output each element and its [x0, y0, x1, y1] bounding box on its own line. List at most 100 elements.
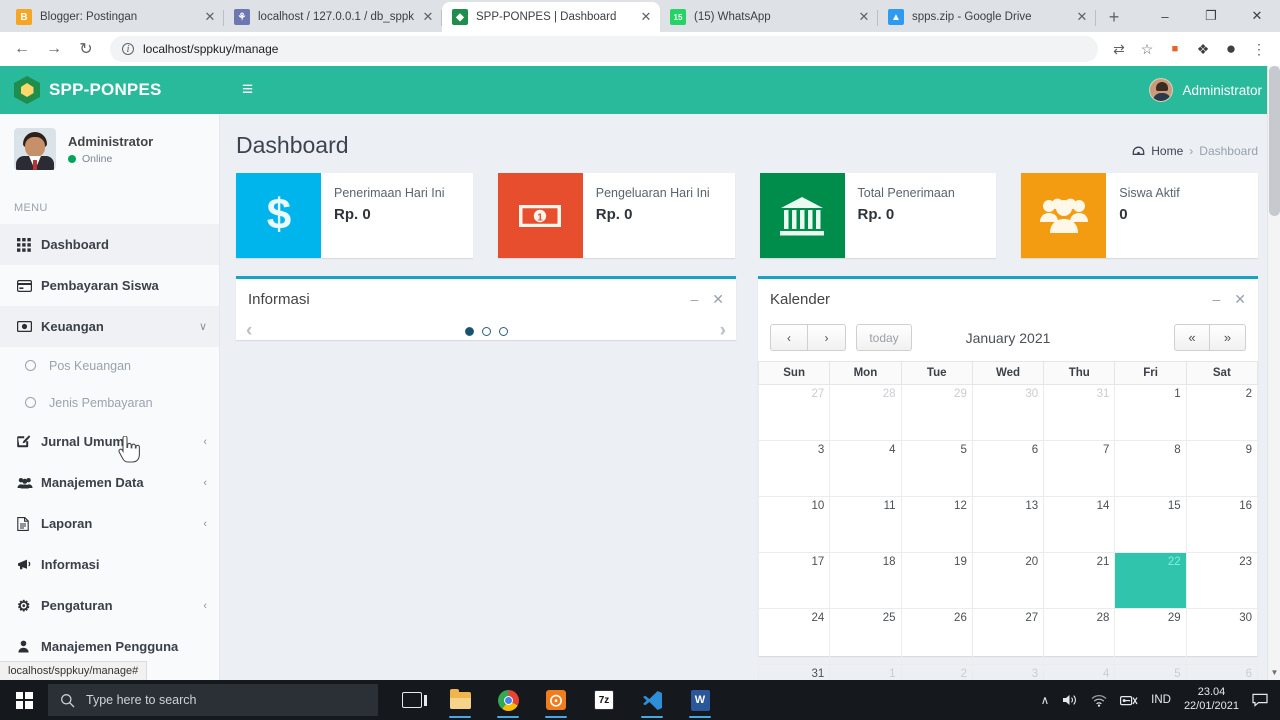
sidebar-item-pos-keuangan[interactable]: Pos Keuangan: [0, 347, 219, 384]
tab-close-button[interactable]: ✕: [420, 9, 436, 25]
tab-close-button[interactable]: ✕: [202, 9, 218, 25]
calendar-day-cell[interactable]: 4: [1043, 664, 1116, 680]
calendar-first-button[interactable]: «: [1174, 324, 1210, 351]
sidebar-item-informasi[interactable]: Informasi: [0, 544, 219, 585]
calendar-day-cell[interactable]: 11: [829, 496, 902, 553]
window-minimize-button[interactable]: –: [1142, 0, 1188, 32]
forward-icon[interactable]: →: [40, 35, 68, 63]
calendar-day-cell[interactable]: 5: [900, 440, 973, 497]
sidebar-item-manajemen-data[interactable]: Manajemen Data ‹: [0, 462, 219, 503]
carousel-dot-3[interactable]: [498, 326, 508, 336]
action-center-icon[interactable]: [1252, 693, 1268, 707]
calendar-day-cell[interactable]: 3: [971, 664, 1045, 680]
calendar-day-cell[interactable]: 28: [1043, 608, 1116, 665]
stat-card-pengeluaran-hari-ini[interactable]: 1 Pengeluaran Hari Ini Rp. 0: [497, 173, 735, 258]
calendar-day-cell[interactable]: 17: [757, 552, 831, 609]
extensions-puzzle-icon[interactable]: ❖: [1190, 36, 1216, 62]
calendar-day-cell[interactable]: 5: [1114, 664, 1187, 680]
browser-tab-5[interactable]: ▲ spps.zip - Google Drive ✕: [878, 2, 1096, 32]
sidebar-item-dashboard[interactable]: Dashboard: [0, 224, 219, 265]
translate-icon[interactable]: ⇄: [1106, 36, 1132, 62]
calendar-day-cell[interactable]: 4: [829, 440, 902, 497]
lastpass-icon[interactable]: ■: [1162, 36, 1188, 62]
sidebar-item-pembayaran-siswa[interactable]: Pembayaran Siswa: [0, 265, 219, 306]
scrollbar-thumb[interactable]: [1269, 66, 1280, 216]
volume-icon[interactable]: [1062, 693, 1078, 707]
back-icon[interactable]: ←: [8, 35, 36, 63]
calendar-day-cell[interactable]: 31: [757, 664, 831, 680]
calendar-day-cell-today[interactable]: 22: [1114, 552, 1187, 609]
stat-card-penerimaan-hari-ini[interactable]: $ Penerimaan Hari Ini Rp. 0: [236, 173, 473, 258]
calendar-day-cell[interactable]: 30: [971, 384, 1045, 441]
browser-tab-3-active[interactable]: ◆ SPP-PONPES | Dashboard ✕: [442, 2, 660, 32]
calendar-day-cell[interactable]: 8: [1114, 440, 1187, 497]
window-maximize-button[interactable]: ❐: [1188, 0, 1234, 32]
calendar-day-cell[interactable]: 28: [829, 384, 902, 441]
taskbar-search-input[interactable]: Type here to search: [48, 684, 378, 716]
calendar-day-cell[interactable]: 27: [971, 608, 1045, 665]
calendar-day-cell[interactable]: 6: [1185, 664, 1259, 680]
scroll-down-arrow-icon[interactable]: ▼: [1268, 666, 1280, 680]
calendar-day-cell[interactable]: 2: [1185, 384, 1259, 441]
sidebar-item-laporan[interactable]: Laporan ‹: [0, 503, 219, 544]
wifi-icon[interactable]: [1091, 694, 1107, 707]
google-chrome-icon[interactable]: [488, 680, 528, 720]
profile-avatar-icon[interactable]: ●: [1218, 36, 1244, 62]
word-icon[interactable]: W: [680, 680, 720, 720]
carousel-dot-2[interactable]: [481, 326, 491, 336]
calendar-day-cell[interactable]: 1: [829, 664, 902, 680]
app-logo-area[interactable]: SPP-PONPES: [0, 66, 220, 114]
calendar-day-cell[interactable]: 3: [757, 440, 831, 497]
windows-start-icon[interactable]: [0, 680, 48, 720]
calendar-day-cell[interactable]: 15: [1114, 496, 1187, 553]
browser-tab-4[interactable]: 15 (15) WhatsApp ✕: [660, 2, 878, 32]
tab-close-button[interactable]: ✕: [856, 9, 872, 25]
sidebar-item-pengaturan[interactable]: ⚙ Pengaturan ‹: [0, 585, 219, 626]
calendar-day-cell[interactable]: 31: [1043, 384, 1116, 441]
calendar-last-button[interactable]: »: [1210, 324, 1246, 351]
reload-icon[interactable]: ↻: [72, 35, 100, 63]
breadcrumb-home-link[interactable]: Home: [1151, 144, 1183, 158]
calendar-day-cell[interactable]: 18: [829, 552, 902, 609]
calendar-day-cell[interactable]: 6: [971, 440, 1045, 497]
page-scrollbar[interactable]: ▲ ▼: [1267, 66, 1280, 680]
carousel-next-icon[interactable]: ›: [720, 320, 726, 342]
calendar-day-cell[interactable]: 26: [900, 608, 973, 665]
tray-chevron-icon[interactable]: ∧: [1041, 693, 1049, 707]
carousel-prev-icon[interactable]: ‹: [246, 320, 252, 342]
tab-close-button[interactable]: ✕: [638, 9, 654, 25]
calendar-day-cell[interactable]: 14: [1043, 496, 1116, 553]
calendar-day-cell[interactable]: 9: [1185, 440, 1259, 497]
panel-close-button[interactable]: ✕: [1234, 291, 1246, 308]
address-bar[interactable]: i localhost/sppkuy/manage: [110, 36, 1098, 62]
browser-tab-1[interactable]: B Blogger: Postingan ✕: [6, 2, 224, 32]
calendar-day-cell[interactable]: 2: [900, 664, 973, 680]
carousel-dot-1[interactable]: [464, 326, 474, 336]
calendar-day-cell[interactable]: 30: [1185, 608, 1259, 665]
site-info-icon[interactable]: i: [122, 43, 134, 55]
bookmark-star-icon[interactable]: ☆: [1134, 36, 1160, 62]
panel-minimize-button[interactable]: –: [690, 291, 698, 308]
calendar-day-cell[interactable]: 1: [1114, 384, 1187, 441]
taskbar-clock[interactable]: 23.04 22/01/2021: [1184, 686, 1239, 714]
calendar-day-cell[interactable]: 25: [829, 608, 902, 665]
calendar-next-button[interactable]: ›: [808, 324, 846, 351]
sidebar-item-jenis-pembayaran[interactable]: Jenis Pembayaran: [0, 384, 219, 421]
language-indicator[interactable]: IND: [1151, 694, 1171, 706]
file-explorer-icon[interactable]: [440, 680, 480, 720]
calendar-day-cell[interactable]: 27: [757, 384, 831, 441]
calendar-day-cell[interactable]: 29: [900, 384, 973, 441]
calendar-day-cell[interactable]: 24: [757, 608, 831, 665]
new-tab-button[interactable]: +: [1100, 4, 1128, 32]
sidebar-item-jurnal-umum[interactable]: Jurnal Umum ‹: [0, 421, 219, 462]
carousel-indicators[interactable]: [464, 326, 508, 336]
chrome-menu-icon[interactable]: ⋮: [1246, 36, 1272, 62]
calendar-day-cell[interactable]: 23: [1185, 552, 1259, 609]
browser-tab-2[interactable]: ⚘ localhost / 127.0.0.1 / db_sppk ✕: [224, 2, 442, 32]
calendar-day-cell[interactable]: 13: [971, 496, 1045, 553]
calendar-day-cell[interactable]: 20: [971, 552, 1045, 609]
calendar-day-cell[interactable]: 21: [1043, 552, 1116, 609]
7zip-icon[interactable]: 7z: [584, 680, 624, 720]
sidebar-item-keuangan[interactable]: Keuangan ∨: [0, 306, 219, 347]
task-view-icon[interactable]: [392, 680, 432, 720]
